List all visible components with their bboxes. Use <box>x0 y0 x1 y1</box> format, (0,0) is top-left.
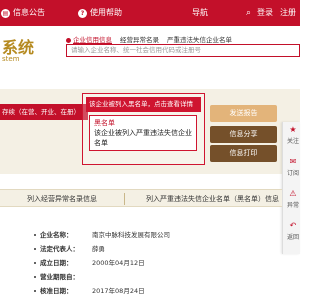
back-icon: ↶ <box>289 221 297 230</box>
logo-subtitle: stem <box>2 55 20 63</box>
help-icon: ? <box>78 8 87 18</box>
status-stripe: 存续（在营、开业、在册） <box>0 104 88 120</box>
notice-label: 信息公告 <box>13 8 45 17</box>
help-link[interactable]: ? 使用帮助 <box>78 0 122 26</box>
back-button[interactable]: ↶ 返回 <box>285 220 301 248</box>
register-label: 注册 <box>280 8 296 17</box>
radio-icon <box>66 37 71 43</box>
top-nav-bar: ▤ 信息公告 ? 使用帮助 导航 ⌕ 登录 注册 <box>0 0 300 26</box>
login-label: 登录 <box>257 8 273 17</box>
print-button[interactable]: 信息打印 <box>210 145 277 162</box>
bullet-icon <box>34 248 36 250</box>
share-button[interactable]: 信息分享 <box>210 126 277 143</box>
search-link[interactable]: ⌕ <box>246 0 251 26</box>
bullet-icon <box>34 276 36 278</box>
abnormal-button[interactable]: ⚠ 异常 <box>285 188 301 216</box>
login-link[interactable]: 登录 <box>257 0 273 26</box>
help-label: 使用帮助 <box>90 8 122 17</box>
nav-label: 导航 <box>192 8 208 17</box>
register-link[interactable]: 注册 <box>280 0 296 26</box>
blacklist-text: 该企业被列入严重违法失信企业名单 <box>94 129 192 147</box>
subscribe-icon: ✉ <box>289 157 297 166</box>
bullet-icon <box>34 290 36 292</box>
bullet-icon <box>34 262 36 264</box>
search-icon: ⌕ <box>246 8 252 18</box>
nav-link[interactable]: 导航 <box>192 0 208 26</box>
search-type-tabs: 企业信用信息 经营异常名录 严重违法失信企业名单 <box>66 34 232 44</box>
subscribe-button[interactable]: ✉ 订阅 <box>285 156 301 184</box>
send-report-button[interactable]: 发送报告 <box>210 105 277 122</box>
notice-link[interactable]: ▤ 信息公告 <box>1 0 45 26</box>
follow-button[interactable]: ★ 关注 <box>285 124 301 152</box>
bullet-icon <box>34 234 36 236</box>
tab-divider <box>124 193 125 205</box>
blacklist-callout-header[interactable]: 该企业被列入黑名单，点击查看详情 <box>86 97 201 112</box>
tab-abnormal-list[interactable]: 列入经营异常名录信息 <box>27 190 97 208</box>
search-input[interactable]: 请输入企业名称、统一社会信用代码或注册号 <box>66 44 300 57</box>
floating-sidebar: ★ 关注 ✉ 订阅 ⚠ 异常 ↶ 返回 <box>282 122 300 254</box>
header: 系统 stem 企业信用信息 经营异常名录 严重违法失信企业名单 请输入企业名称… <box>0 26 300 68</box>
star-icon: ★ <box>289 125 297 134</box>
notice-icon: ▤ <box>1 8 10 18</box>
blacklist-callout-body: 黑名单 该企业被列入严重违法失信企业名单 <box>89 115 197 151</box>
search-tab-credit[interactable]: 企业信用信息 <box>66 34 112 44</box>
blacklist-title: 黑名单 <box>94 119 115 127</box>
record-tabs: 列入经营异常名录信息 列入严重违法失信企业名单（黑名单）信息 <box>0 189 282 207</box>
warning-icon: ⚠ <box>289 189 297 198</box>
search-tab-abnormal[interactable]: 经营异常名录 <box>120 34 159 44</box>
tab-blacklist[interactable]: 列入严重违法失信企业名单（黑名单）信息 <box>146 190 279 208</box>
search-tab-blacklist[interactable]: 严重违法失信企业名单 <box>167 34 232 44</box>
blacklist-callout[interactable]: 该企业被列入黑名单，点击查看详情 黑名单 该企业被列入严重违法失信企业名单 <box>82 93 205 165</box>
